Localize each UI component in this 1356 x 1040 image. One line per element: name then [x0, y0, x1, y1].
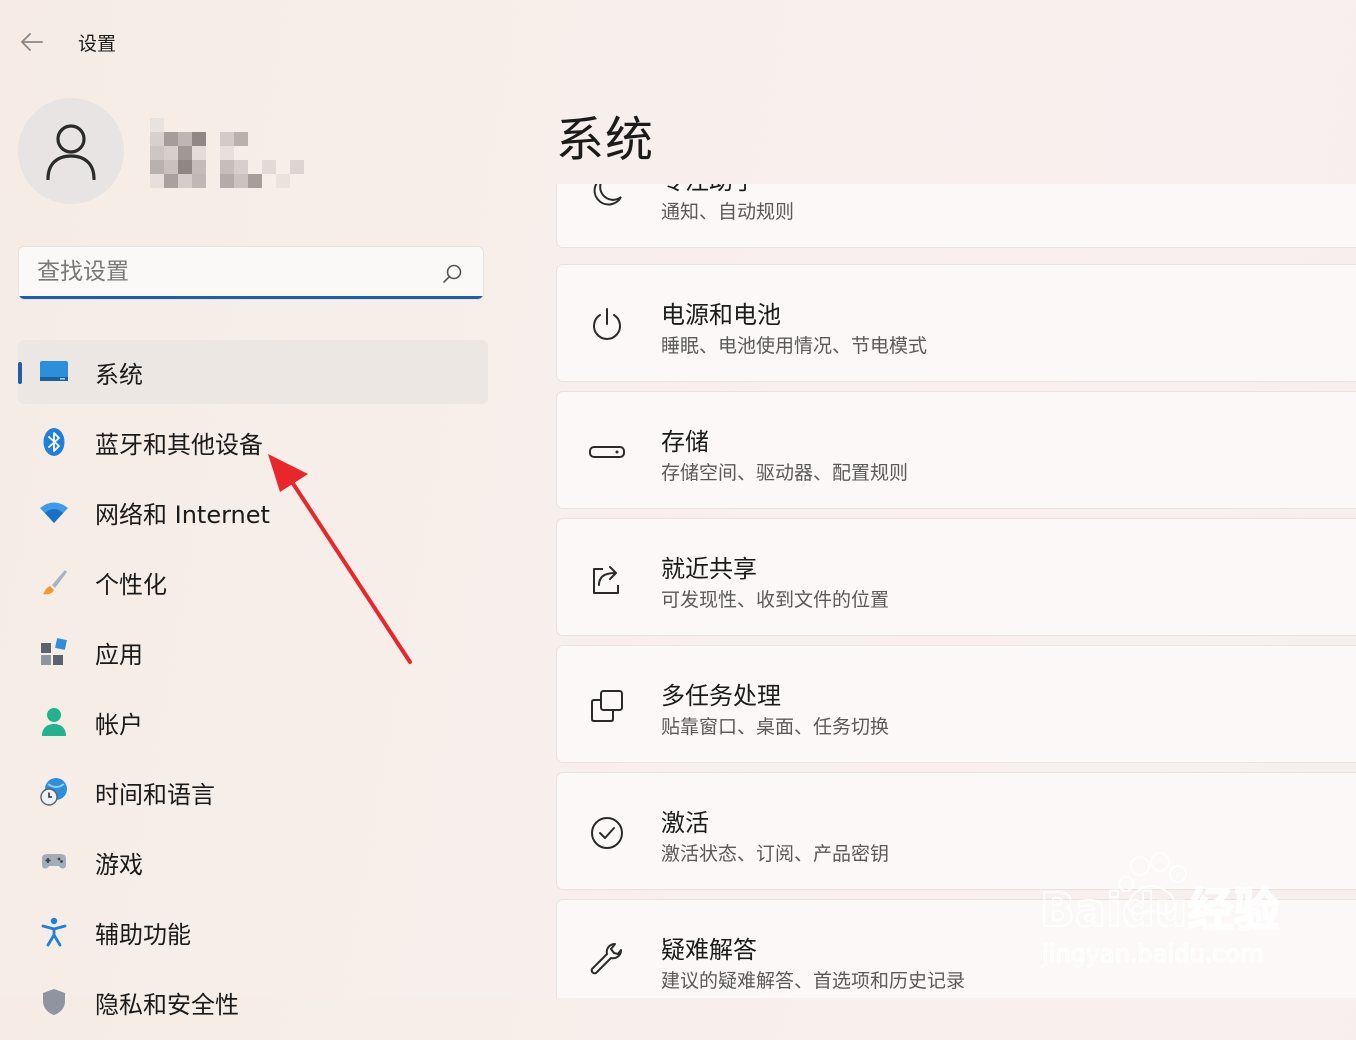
avatar[interactable] — [18, 98, 124, 204]
sidebar-nav: 系统 蓝牙和其他设备 网络和 Internet 个性化 应用 帐户 时间和语言 … — [18, 340, 488, 1040]
sidebar-item-label: 时间和语言 — [95, 781, 215, 809]
globe-clock-icon — [40, 778, 67, 806]
sidebar-item-gaming[interactable]: 游戏 — [18, 830, 488, 894]
setting-title: 专注助手 — [661, 184, 757, 196]
setting-title: 多任务处理 — [661, 682, 781, 710]
settings-list: 专注助手 通知、自动规则 电源和电池 睡眠、电池使用情况、节电模式 存储 存储空… — [556, 184, 1356, 998]
setting-description: 可发现性、收到文件的位置 — [661, 589, 890, 611]
setting-title: 电源和电池 — [661, 301, 781, 329]
share-icon — [593, 566, 619, 594]
paintbrush-icon — [43, 570, 67, 595]
apps-icon — [41, 638, 67, 665]
setting-description: 建议的疑难解答、首选项和历史记录 — [661, 970, 966, 992]
setting-description: 激活状态、订阅、产品密钥 — [661, 843, 890, 865]
back-arrow-icon[interactable] — [16, 26, 48, 58]
sidebar-item-label: 个性化 — [95, 571, 167, 599]
moon-icon — [593, 184, 622, 206]
sidebar-item-privacy[interactable]: 隐私和安全性 — [18, 970, 488, 1034]
accessibility-icon — [41, 917, 67, 947]
setting-nearby-sharing[interactable]: 就近共享 可发现性、收到文件的位置 — [556, 518, 1356, 636]
sidebar-item-label: 隐私和安全性 — [95, 991, 239, 1019]
shield-icon — [43, 989, 65, 1015]
sidebar-item-label: 系统 — [95, 361, 143, 389]
setting-title: 激活 — [661, 809, 709, 837]
page-title: 系统 — [556, 112, 655, 168]
setting-description: 睡眠、电池使用情况、节电模式 — [661, 335, 928, 357]
setting-storage[interactable]: 存储 存储空间、驱动器、配置规则 — [556, 391, 1356, 509]
bluetooth-icon — [43, 428, 65, 456]
annotation-arrow — [268, 454, 412, 664]
search-box[interactable] — [18, 246, 484, 300]
sidebar-item-label: 应用 — [95, 641, 143, 669]
setting-title: 就近共享 — [661, 555, 757, 583]
setting-multitasking[interactable]: 多任务处理 贴靠窗口、桌面、任务切换 — [556, 645, 1356, 763]
setting-focus-assist[interactable]: 专注助手 通知、自动规则 — [556, 184, 1356, 248]
setting-description: 存储空间、驱动器、配置规则 — [661, 462, 909, 484]
setting-activation[interactable]: 激活 激活状态、订阅、产品密钥 — [556, 772, 1356, 890]
sidebar-item-accounts[interactable]: 帐户 — [18, 690, 488, 754]
person-icon — [42, 708, 66, 736]
sidebar-item-label: 辅助功能 — [95, 921, 191, 949]
sidebar-item-label: 蓝牙和其他设备 — [95, 431, 263, 459]
sidebar-item-accessibility[interactable]: 辅助功能 — [18, 900, 488, 964]
setting-troubleshoot[interactable]: 疑难解答 建议的疑难解答、首选项和历史记录 — [556, 899, 1356, 998]
search-icon[interactable] — [441, 263, 463, 285]
sidebar-item-label: 游戏 — [95, 851, 143, 879]
wifi-icon — [40, 502, 68, 523]
setting-description: 贴靠窗口、桌面、任务切换 — [661, 716, 890, 738]
sidebar-item-system[interactable]: 系统 — [18, 340, 488, 404]
check-circle-icon — [591, 817, 623, 849]
title-bar: 设置 — [0, 0, 1356, 84]
setting-power-battery[interactable]: 电源和电池 睡眠、电池使用情况、节电模式 — [556, 264, 1356, 382]
gamepad-icon — [42, 854, 66, 869]
search-input[interactable] — [19, 247, 439, 297]
app-title: 设置 — [78, 33, 117, 55]
person-outline-icon — [46, 124, 96, 180]
drive-icon — [589, 446, 625, 458]
sidebar-item-label: 帐户 — [95, 711, 143, 739]
setting-title: 疑难解答 — [661, 936, 757, 964]
sidebar-item-label: 网络和 Internet — [95, 501, 270, 529]
username-pixelated — [150, 118, 304, 188]
power-icon — [593, 308, 621, 340]
wrench-icon — [590, 943, 622, 975]
multitask-icon — [591, 690, 623, 722]
monitor-icon — [40, 361, 68, 381]
setting-description: 通知、自动规则 — [661, 201, 795, 223]
sidebar-item-time-language[interactable]: 时间和语言 — [18, 760, 488, 824]
setting-title: 存储 — [661, 428, 709, 456]
